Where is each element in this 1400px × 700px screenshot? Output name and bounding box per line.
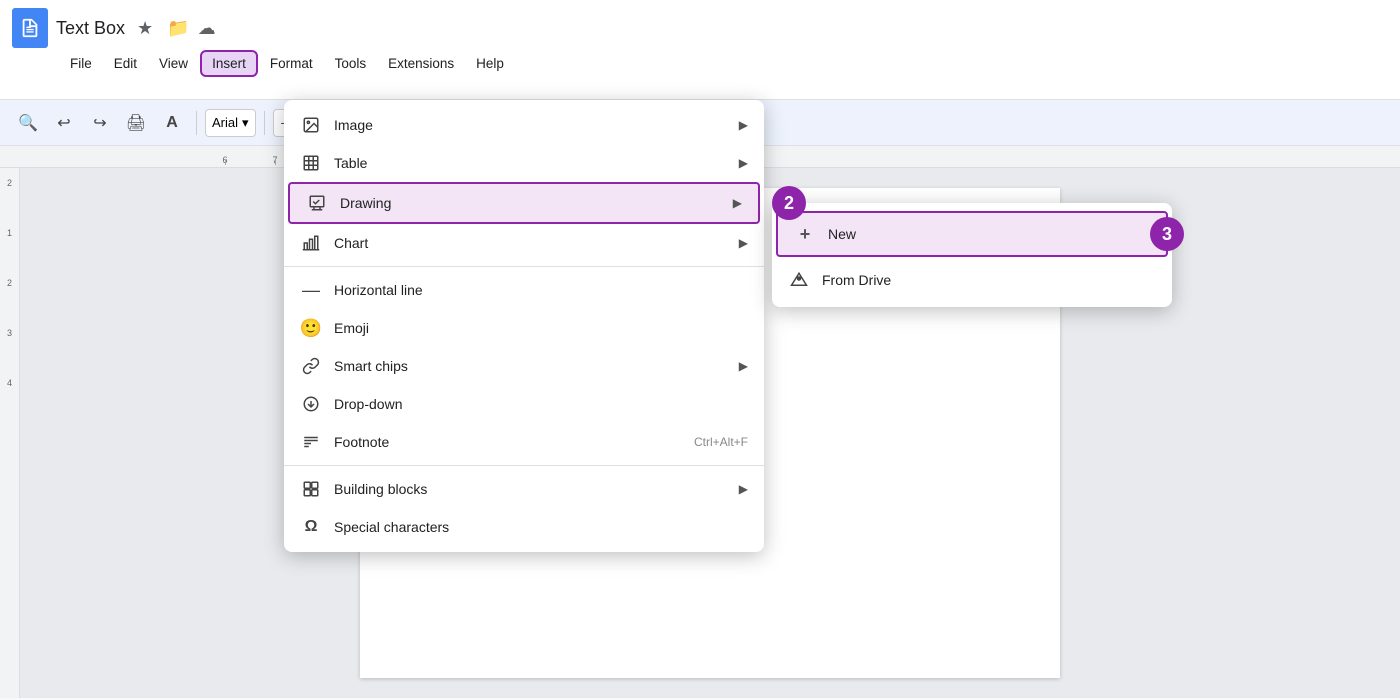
redo-btn[interactable]: ↪ [84,107,116,139]
print-btn[interactable]: 🖨 [120,107,152,139]
separator-1 [196,111,197,135]
footnote-shortcut: Ctrl+Alt+F [694,435,748,449]
special-icon: Ω [300,516,322,538]
insert-image-option[interactable]: Image ▶ [284,106,764,144]
dropdown-label: Drop-down [334,396,748,412]
left-mark-2b: 2 [0,278,19,328]
font-name: Arial [212,115,238,130]
from-drive-label: From Drive [822,272,1156,288]
image-icon [300,114,322,136]
insert-special-option[interactable]: Ω Special characters [284,508,764,546]
hline-label: Horizontal line [334,282,748,298]
drawing-label: Drawing [340,195,721,211]
table-label: Table [334,155,727,171]
new-label: New [828,226,1150,242]
menu-format[interactable]: Format [260,52,323,75]
menu-help[interactable]: Help [466,52,514,75]
emoji-icon: 🙂 [300,317,322,339]
document-title: Text Box [56,18,125,39]
menu-bar: File Edit View Insert Format Tools Exten… [0,50,1400,81]
title-row: Text Box ★ 📁 ☁ [0,0,1400,50]
chart-arrow: ▶ [739,236,748,250]
smartchips-label: Smart chips [334,358,727,374]
plus-icon: + [794,223,816,245]
font-selector[interactable]: Arial ▾ [205,109,256,137]
top-bar: Text Box ★ 📁 ☁ File Edit View Insert For… [0,0,1400,100]
table-icon [300,152,322,174]
star-icon[interactable]: ★ [137,18,153,39]
menu-edit[interactable]: Edit [104,52,147,75]
separator-2 [264,111,265,135]
ruler-mark-6: 6 [200,155,250,165]
drawing-submenu: + New 3 From Drive [772,203,1172,307]
buildingblocks-icon [300,478,322,500]
special-label: Special characters [334,519,748,535]
font-dropdown-arrow: ▾ [242,115,249,131]
chart-icon [300,232,322,254]
left-mark-1: 1 [0,228,19,278]
table-arrow: ▶ [739,156,748,170]
chart-label: Chart [334,235,727,251]
hline-icon: — [300,279,322,301]
dropdown-menu: Image ▶ Table ▶ [284,100,764,552]
insert-hline-option[interactable]: — Horizontal line [284,271,764,309]
drawing-fromdrive-option[interactable]: From Drive [772,259,1172,301]
cloud-icon[interactable]: ☁ [198,18,216,39]
footnote-label: Footnote [334,434,682,450]
drawing-arrow: ▶ [733,196,742,210]
dropdown-icon [300,393,322,415]
insert-dropdown-option[interactable]: Drop-down [284,385,764,423]
divider-1 [284,266,764,267]
insert-table-option[interactable]: Table ▶ [284,144,764,182]
insert-emoji-option[interactable]: 🙂 Emoji [284,309,764,347]
insert-buildingblocks-option[interactable]: Building blocks ▶ [284,470,764,508]
menu-tools[interactable]: Tools [325,52,377,75]
drive-icon [788,269,810,291]
badge-2: 2 [772,186,806,220]
menu-extensions[interactable]: Extensions [378,52,464,75]
undo-btn[interactable]: ↩ [48,107,80,139]
menu-file[interactable]: File [60,52,102,75]
spellcheck-btn[interactable]: A [156,107,188,139]
left-mark-4: 4 [0,378,19,428]
search-toolbar-btn[interactable]: 🔍 [12,107,44,139]
divider-2 [284,465,764,466]
buildingblocks-arrow: ▶ [739,482,748,496]
insert-smartchips-option[interactable]: Smart chips ▶ [284,347,764,385]
insert-drawing-option[interactable]: Drawing ▶ 2 [288,182,760,224]
drawing-icon [306,192,328,214]
buildingblocks-label: Building blocks [334,481,727,497]
folder-icon[interactable]: 📁 [167,18,189,39]
smartchips-icon [300,355,322,377]
drawing-new-option[interactable]: + New 3 [776,211,1168,257]
menu-insert[interactable]: Insert [200,50,258,77]
image-arrow: ▶ [739,118,748,132]
emoji-label: Emoji [334,320,748,336]
image-label: Image [334,117,727,133]
insert-chart-option[interactable]: Chart ▶ [284,224,764,262]
insert-footnote-option[interactable]: Footnote Ctrl+Alt+F [284,423,764,461]
insert-dropdown: Image ▶ Table ▶ [284,100,764,552]
docs-app-icon [12,8,48,48]
smartchips-arrow: ▶ [739,359,748,373]
left-mark-2: 2 [0,178,19,228]
badge-3: 3 [1150,217,1184,251]
left-ruler: 2 1 2 3 4 [0,168,20,698]
left-mark-3: 3 [0,328,19,378]
footnote-icon [300,431,322,453]
menu-view[interactable]: View [149,52,198,75]
